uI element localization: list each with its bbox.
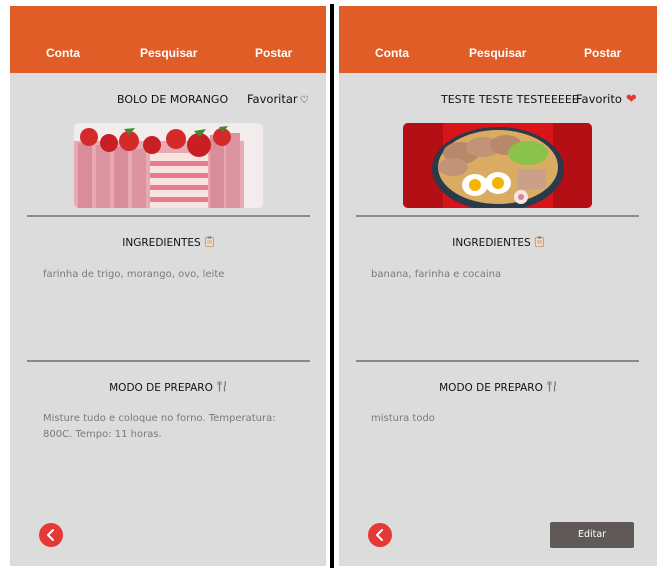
ingredients-heading: INGREDIENTES bbox=[339, 236, 657, 250]
recipe-screen-left: Conta Pesquisar Postar BOLO DE MORANGO F… bbox=[10, 6, 326, 566]
top-navigation-bar: Conta Pesquisar Postar bbox=[10, 6, 326, 73]
favorite-button[interactable]: Favorito ❤ bbox=[576, 92, 637, 107]
recipe-photo-strawberry-cake bbox=[74, 123, 263, 208]
nav-search-link[interactable]: Pesquisar bbox=[140, 46, 197, 60]
chevron-left-icon bbox=[47, 529, 54, 541]
chevron-left-icon bbox=[376, 529, 383, 541]
method-text: Misture tudo e coloque no forno. Tempera… bbox=[43, 413, 276, 440]
clipboard-icon bbox=[204, 236, 214, 250]
section-divider bbox=[27, 360, 310, 362]
ingredients-title: INGREDIENTES bbox=[122, 237, 201, 249]
favorite-label: Favorito bbox=[576, 92, 622, 106]
nav-account-link[interactable]: Conta bbox=[46, 46, 80, 60]
fork-knife-icon bbox=[547, 381, 557, 395]
screen-separator bbox=[330, 4, 334, 568]
method-title: MODO DE PREPARO bbox=[109, 382, 213, 394]
nav-search-link[interactable]: Pesquisar bbox=[469, 46, 526, 60]
heart-filled-icon: ❤ bbox=[625, 92, 637, 107]
recipe-title: TESTE TESTE TESTEEEEE bbox=[441, 93, 579, 106]
method-title: MODO DE PREPARO bbox=[439, 382, 543, 394]
section-divider bbox=[27, 215, 310, 217]
favorite-label: Favoritar bbox=[247, 92, 298, 106]
heart-outline-icon: ♡ bbox=[299, 95, 309, 106]
section-divider bbox=[356, 215, 639, 217]
nav-account-link[interactable]: Conta bbox=[375, 46, 409, 60]
edit-button[interactable]: Editar bbox=[550, 522, 634, 548]
method-text: mistura todo bbox=[371, 413, 435, 424]
recipe-title: BOLO DE MORANGO bbox=[117, 93, 229, 106]
ingredients-text: farinha de trigo, morango, ovo, leite bbox=[43, 269, 225, 280]
fork-knife-icon bbox=[217, 381, 227, 395]
method-heading: MODO DE PREPARO bbox=[10, 381, 326, 395]
back-button[interactable] bbox=[368, 523, 392, 547]
ingredients-heading: INGREDIENTES bbox=[10, 236, 326, 250]
clipboard-icon bbox=[534, 236, 544, 250]
nav-post-link[interactable]: Postar bbox=[584, 46, 621, 60]
recipe-photo-ramen bbox=[403, 123, 592, 208]
ingredients-text: banana, farinha e cocaina bbox=[371, 269, 502, 280]
favorite-button[interactable]: Favoritar ♡ bbox=[247, 92, 309, 106]
ingredients-title: INGREDIENTES bbox=[452, 237, 531, 249]
top-navigation-bar: Conta Pesquisar Postar bbox=[339, 6, 657, 73]
back-button[interactable] bbox=[39, 523, 63, 547]
recipe-screen-right: Conta Pesquisar Postar TESTE TESTE TESTE… bbox=[339, 6, 657, 566]
section-divider bbox=[356, 360, 639, 362]
method-heading: MODO DE PREPARO bbox=[339, 381, 657, 395]
nav-post-link[interactable]: Postar bbox=[255, 46, 292, 60]
